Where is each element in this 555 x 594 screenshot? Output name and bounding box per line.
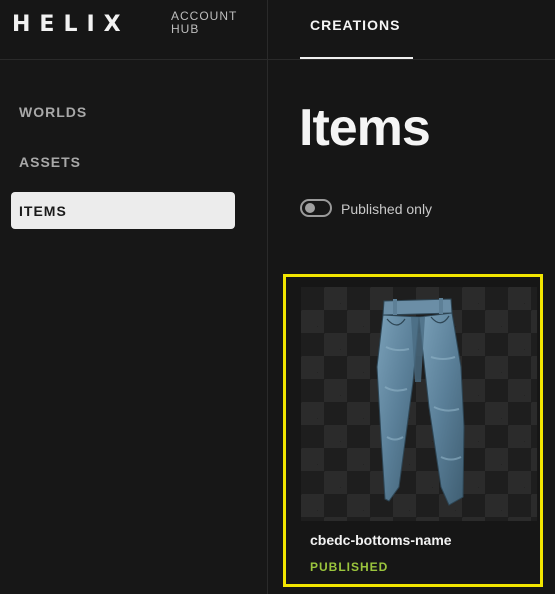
- published-only-toggle[interactable]: [300, 199, 332, 217]
- sidebar: WORLDS ASSETS ITEMS: [0, 60, 268, 594]
- hub-line-2: HUB: [171, 22, 200, 36]
- published-only-label: Published only: [341, 201, 433, 217]
- top-bar: HELIX ACCOUNT HUB CREATIONS: [0, 0, 555, 60]
- sidebar-item-label: WORLDS: [19, 104, 88, 120]
- sidebar-item-items[interactable]: ITEMS: [11, 192, 235, 229]
- item-name: cbedc-bottoms-name: [310, 532, 452, 548]
- item-card[interactable]: cbedc-bottoms-name PUBLISHED: [283, 274, 543, 587]
- jeans-icon: [376, 298, 465, 506]
- brand-area: HELIX ACCOUNT HUB: [0, 0, 268, 60]
- item-thumbnail: [301, 287, 537, 521]
- sidebar-item-label: ITEMS: [19, 203, 67, 219]
- sidebar-item-label: ASSETS: [19, 154, 82, 170]
- toggle-knob: [305, 203, 315, 213]
- tab-creations-label: CREATIONS: [310, 17, 401, 33]
- helix-logo[interactable]: HELIX: [12, 12, 130, 37]
- active-tab-indicator: [300, 57, 413, 59]
- account-hub-label[interactable]: ACCOUNT HUB: [171, 10, 251, 36]
- tab-creations[interactable]: CREATIONS: [300, 0, 413, 59]
- status-badge: PUBLISHED: [310, 560, 389, 574]
- page-title: Items: [299, 99, 431, 157]
- sidebar-item-worlds[interactable]: WORLDS: [11, 93, 235, 130]
- main-content: Items Published only cbedc-bottoms-name …: [268, 60, 555, 594]
- sidebar-item-assets[interactable]: ASSETS: [11, 143, 235, 180]
